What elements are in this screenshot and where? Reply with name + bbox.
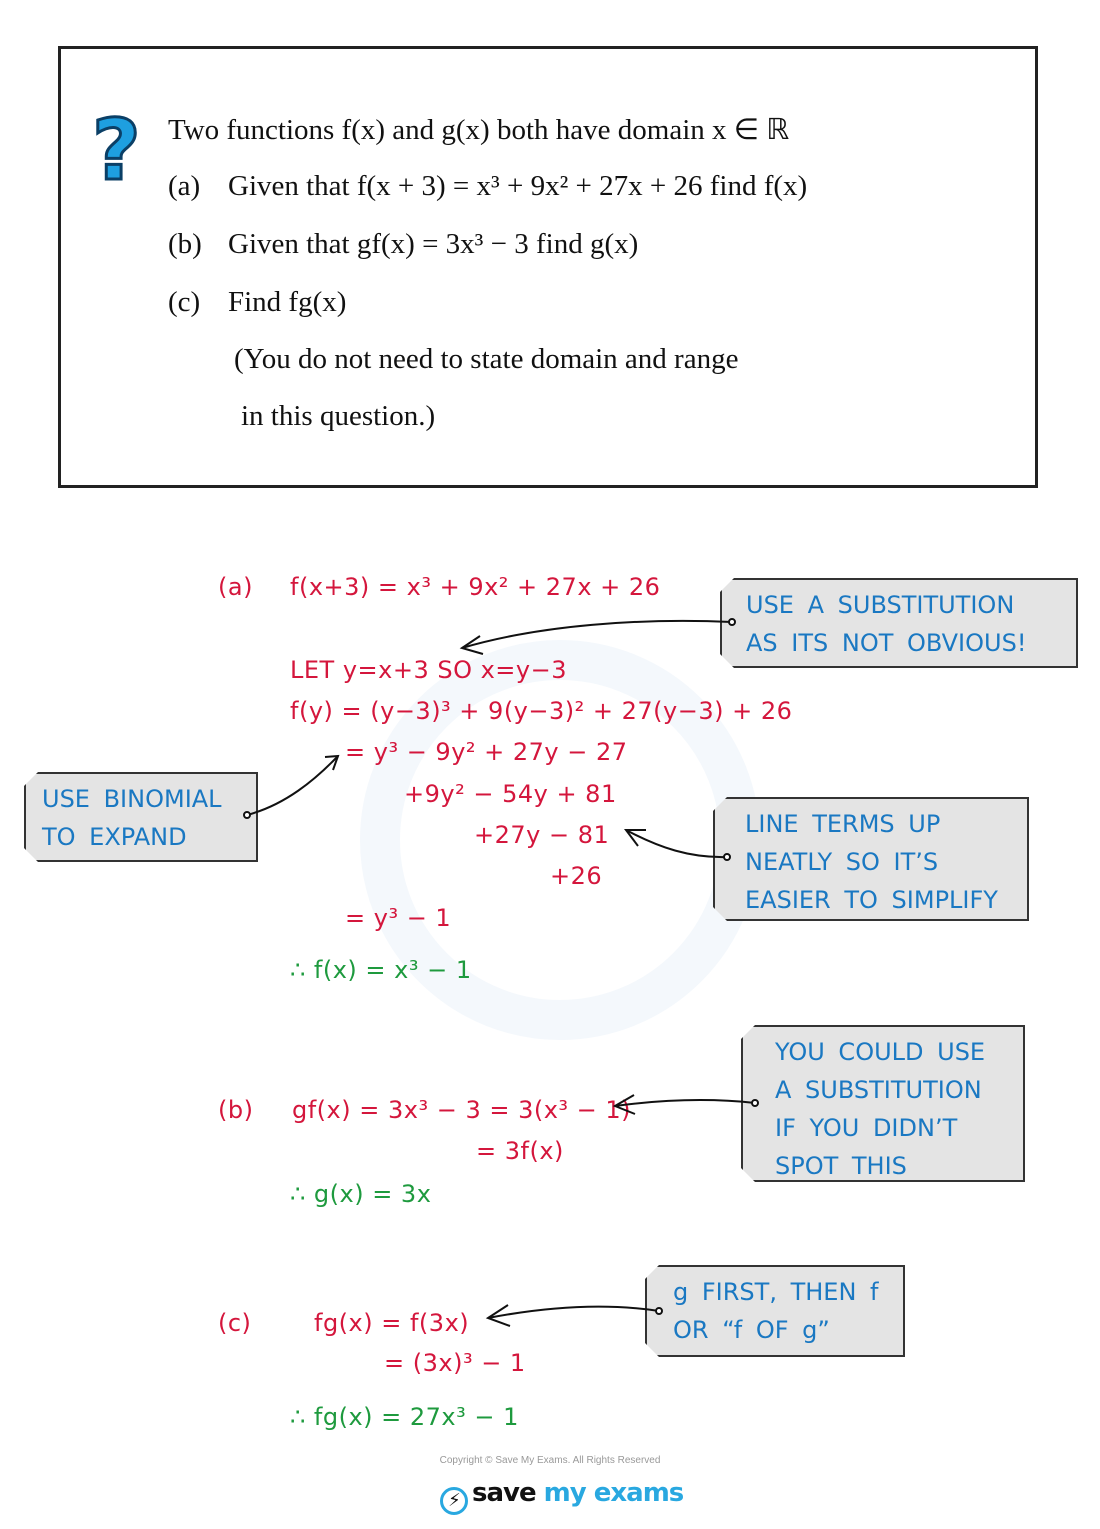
logo-text-myexams: my exams [543,1478,685,1508]
solution-b-line: = 3f(x) [476,1137,564,1165]
question-mark-icon: ? [91,101,143,199]
question-part-a: (a) Given that f(x + 3) = x³ + 9x² + 27x … [168,170,807,203]
part-label: (a) [168,170,201,202]
arrowhead [485,1304,511,1327]
solution-c-line: = (3x)³ − 1 [384,1349,526,1377]
solution-a-label: (a) [218,573,253,601]
question-intro: Two functions f(x) and g(x) both have do… [168,114,790,146]
solution-a-line: +26 [550,862,603,890]
logo-text-save: save [472,1478,537,1508]
note-substitution: USE A SUBSTITUTION AS ITS NOT OBVIOUS! [720,578,1078,668]
note-line: NEATLY SO IT’S [745,848,939,876]
solution-b-label: (b) [218,1096,254,1124]
note-line: USE BINOMIAL [42,785,222,813]
lightning-bolt-icon: ⚡ [440,1487,468,1515]
note-line: AS ITS NOT OBVIOUS! [746,629,1027,657]
question-part-b: (b) Given that gf(x) = 3x³ − 3 find g(x) [168,228,638,261]
note-line: SPOT THIS [775,1152,907,1180]
solution-a-line: LET y=x+3 SO x=y−3 [290,656,567,684]
solution-b-answer: ∴ g(x) = 3x [290,1180,432,1208]
question-note-line1: (You do not need to state domain and ran… [234,343,739,375]
note-g-first: g FIRST, THEN f OR “f OF g” [645,1265,905,1357]
solution-a-answer: ∴ f(x) = x³ − 1 [290,956,472,984]
arrow-binomial [246,755,339,816]
solution-a-line: f(x+3) = x³ + 9x² + 27x + 26 [290,573,661,601]
arrow-could-use [614,1099,756,1107]
note-binomial: USE BINOMIAL TO EXPAND [24,772,258,862]
part-text: Given that gf(x) = 3x³ − 3 find g(x) [228,228,639,260]
arrowhead [459,635,484,655]
part-label: (b) [168,228,202,260]
solution-c-line: fg(x) = f(3x) [314,1309,470,1337]
note-line: TO EXPAND [42,823,187,851]
note-could-use: YOU COULD USE A SUBSTITUTION IF YOU DIDN… [741,1025,1025,1182]
save-my-exams-logo: ⚡ save my exams [440,1478,685,1515]
solution-b-line: gf(x) = 3x³ − 3 = 3(x³ − 1) [292,1096,632,1124]
note-line: YOU COULD USE [775,1038,986,1066]
note-line: g FIRST, THEN f [673,1278,879,1306]
part-label: (c) [168,286,201,318]
note-line: USE A SUBSTITUTION [746,591,1015,619]
part-text: Given that f(x + 3) = x³ + 9x² + 27x + 2… [228,170,808,202]
solution-c-answer: ∴ fg(x) = 27x³ − 1 [290,1403,519,1431]
note-line-terms: LINE TERMS UP NEATLY SO IT’S EASIER TO S… [713,797,1029,921]
arrowhead [324,754,340,771]
solution-a-line: +27y − 81 [474,821,610,849]
note-line: EASIER TO SIMPLIFY [745,886,998,914]
question-part-c: (c) Find fg(x) [168,286,346,319]
solution-c-label: (c) [218,1309,252,1337]
note-line: A SUBSTITUTION [775,1076,982,1104]
solution-a-line: = y³ − 1 [345,904,452,932]
arrow-g-first [487,1305,660,1319]
part-text: Find fg(x) [228,286,347,318]
solution-a-line: +9y² − 54y + 81 [404,780,617,808]
copyright-text: Copyright © Save My Exams. All Rights Re… [439,1455,661,1466]
note-line: OR “f OF g” [673,1316,830,1344]
solution-a-line: = y³ − 9y² + 27y − 27 [345,738,628,766]
solution-a-line: f(y) = (y−3)³ + 9(y−3)² + 27(y−3) + 26 [290,697,793,725]
note-line: IF YOU DIDN’T [775,1114,958,1142]
question-note-line2: in this question.) [241,400,436,432]
note-line: LINE TERMS UP [745,810,941,838]
